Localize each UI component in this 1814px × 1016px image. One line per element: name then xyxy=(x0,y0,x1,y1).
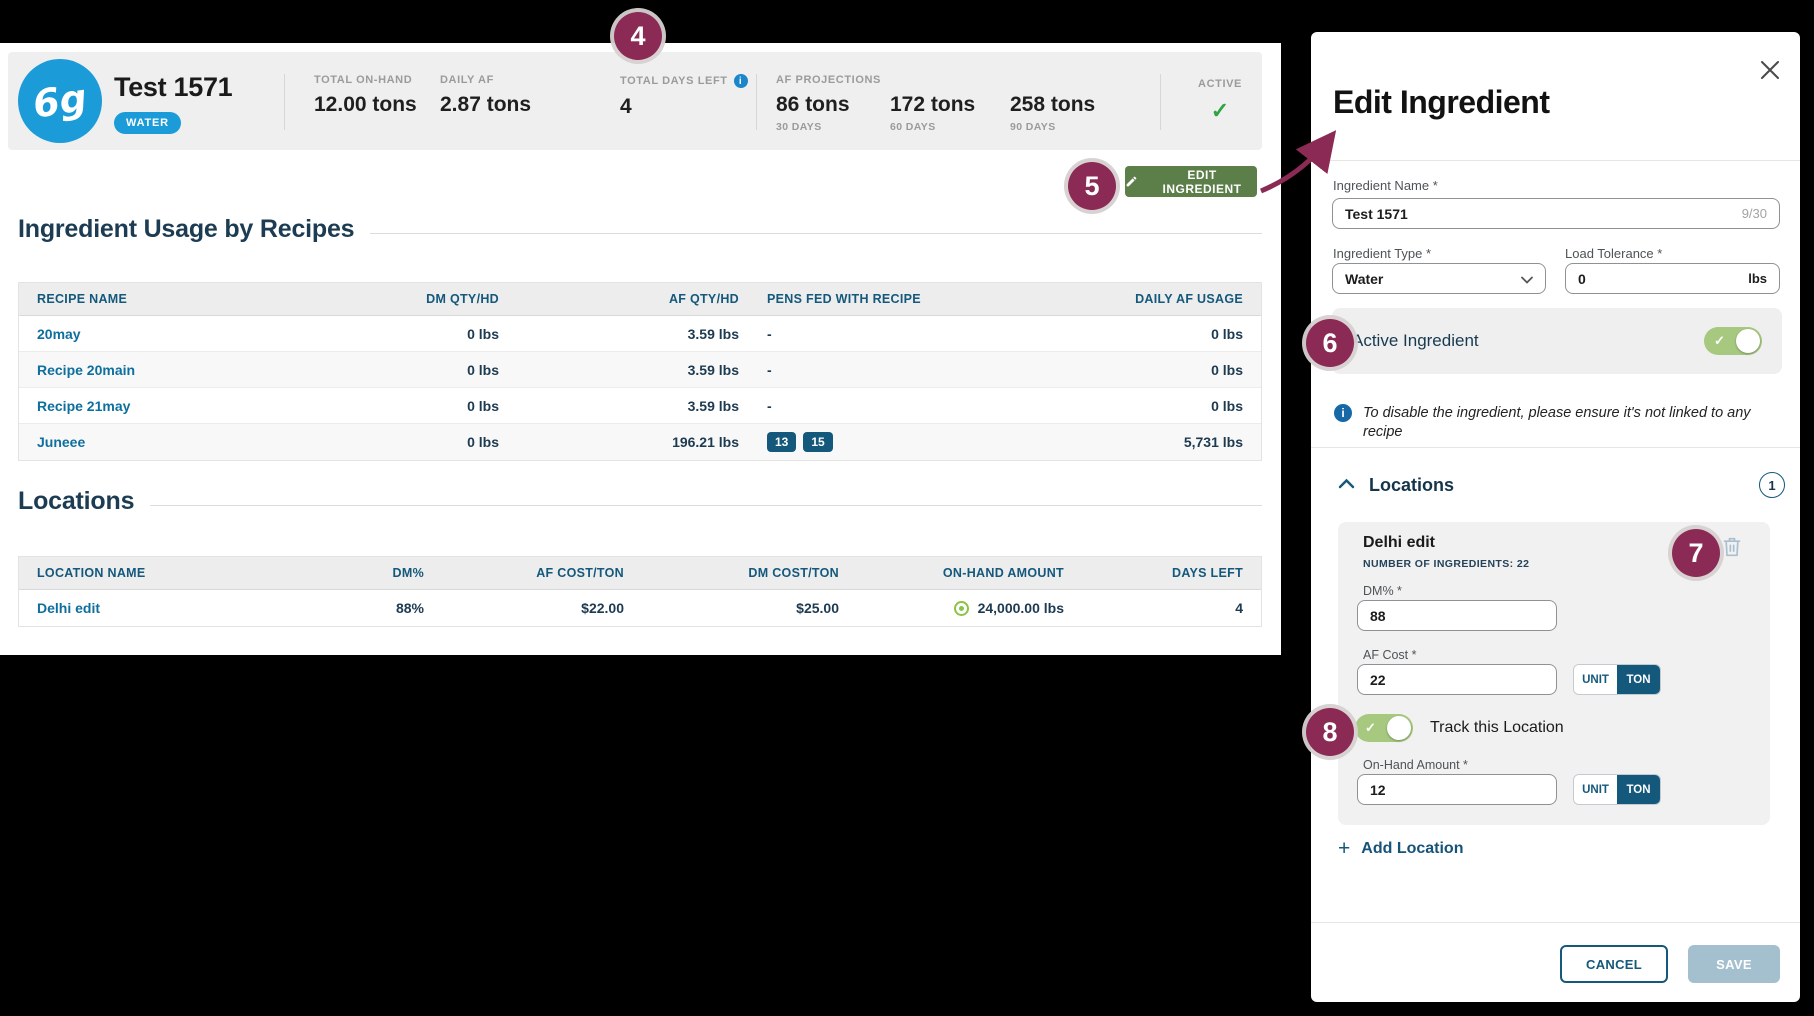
ingredient-name-field[interactable]: Test 1571 9/30 xyxy=(1332,198,1780,229)
recipes-table-header: RECIPE NAME DM QTY/HD AF QTY/HD PENS FED… xyxy=(19,283,1261,316)
table-row: Delhi edit 88% $22.00 $25.00 24,000.00 l… xyxy=(19,590,1261,626)
af-cost-unit-toggle[interactable]: UNIT TON xyxy=(1573,664,1661,695)
step-badge-6: 6 xyxy=(1306,319,1354,367)
ingredient-title: Test 1571 xyxy=(114,72,232,103)
dm-label: DM% * xyxy=(1363,584,1402,598)
stat-af-projections: AF PROJECTIONS 86 tons 30 DAYS 172 tons … xyxy=(776,74,1130,133)
projection-90: 258 tons 90 DAYS xyxy=(1010,93,1130,133)
save-button[interactable]: SAVE xyxy=(1688,945,1780,983)
step-badge-4: 4 xyxy=(614,12,662,60)
pen-badge[interactable]: 13 xyxy=(767,432,796,452)
location-link[interactable]: Delhi edit xyxy=(37,600,100,616)
app-logo: 6g xyxy=(18,59,102,143)
unit-segment[interactable]: UNIT xyxy=(1574,775,1617,804)
track-location-row: ✓ Track this Location xyxy=(1355,714,1564,742)
edit-ingredient-button[interactable]: EDIT INGREDIENT xyxy=(1125,166,1257,197)
recipes-title: Ingredient Usage by Recipes xyxy=(18,215,354,244)
step-badge-8: 8 xyxy=(1306,708,1354,756)
table-row: Recipe 21may 0 lbs 3.59 lbs - 0 lbs xyxy=(19,388,1261,424)
edit-ingredient-panel: Edit Ingredient Ingredient Name * Test 1… xyxy=(1311,32,1800,1002)
divider xyxy=(1311,922,1800,923)
panel-title: Edit Ingredient xyxy=(1333,84,1550,121)
recipes-section-heading: Ingredient Usage by Recipes xyxy=(18,215,1262,244)
active-ingredient-toggle[interactable]: ✓ xyxy=(1704,327,1762,355)
unit-segment[interactable]: UNIT xyxy=(1574,665,1617,694)
stat-total-on-hand: TOTAL ON-HAND 12.00 tons xyxy=(314,74,417,117)
heading-rule xyxy=(150,505,1262,506)
chevron-down-icon xyxy=(1521,271,1533,287)
step-badge-7: 7 xyxy=(1672,529,1720,577)
unit-suffix: lbs xyxy=(1748,271,1767,286)
location-card-name: Delhi edit xyxy=(1363,534,1435,552)
chevron-up-icon xyxy=(1338,476,1355,494)
trash-icon[interactable] xyxy=(1722,536,1742,563)
recipes-table: RECIPE NAME DM QTY/HD AF QTY/HD PENS FED… xyxy=(18,282,1262,461)
cancel-button[interactable]: CANCEL xyxy=(1560,945,1668,983)
recipe-link[interactable]: 20may xyxy=(37,326,81,342)
af-cost-label: AF Cost * xyxy=(1363,648,1417,662)
divider xyxy=(1160,74,1161,130)
ton-segment[interactable]: TON xyxy=(1617,775,1660,804)
track-location-label: Track this Location xyxy=(1430,719,1564,737)
table-row: 20may 0 lbs 3.59 lbs - 0 lbs xyxy=(19,316,1261,352)
projection-30: 86 tons 30 DAYS xyxy=(776,93,890,133)
ingredient-detail-window: 6g Test 1571 WATER TOTAL ON-HAND 12.00 t… xyxy=(0,43,1281,655)
projection-60: 172 tons 60 DAYS xyxy=(890,93,1010,133)
tracked-location-icon xyxy=(954,601,969,616)
locations-section-heading: Locations xyxy=(18,487,1262,516)
on-hand-field[interactable]: 12 xyxy=(1357,774,1557,805)
load-tolerance-label: Load Tolerance * xyxy=(1565,246,1662,261)
recipe-link[interactable]: Juneee xyxy=(37,434,85,450)
locations-title: Locations xyxy=(18,487,134,516)
ingredient-name-label: Ingredient Name * xyxy=(1333,178,1438,193)
logo-glyph: 6g xyxy=(30,75,89,126)
ton-segment[interactable]: TON xyxy=(1617,665,1660,694)
stat-daily-af: DAILY AF 2.87 tons xyxy=(440,74,531,117)
char-counter: 9/30 xyxy=(1742,206,1767,221)
divider xyxy=(756,74,757,130)
locations-table-header: LOCATION NAME DM% AF COST/TON DM COST/TO… xyxy=(19,557,1261,590)
on-hand-label: On-Hand Amount * xyxy=(1363,758,1468,772)
active-ingredient-section: Active Ingredient ✓ xyxy=(1332,308,1782,374)
active-status: ACTIVE ✓ xyxy=(1180,78,1260,124)
add-location-button[interactable]: + Add Location xyxy=(1338,838,1463,859)
divider xyxy=(1311,160,1800,161)
active-check-icon: ✓ xyxy=(1180,98,1260,124)
heading-rule xyxy=(370,233,1262,234)
ingredient-summary-band: 6g Test 1571 WATER TOTAL ON-HAND 12.00 t… xyxy=(8,52,1262,150)
info-icon[interactable]: i xyxy=(734,74,748,88)
track-location-toggle[interactable]: ✓ xyxy=(1355,714,1413,742)
divider xyxy=(284,74,285,130)
pencil-icon xyxy=(1125,175,1138,188)
info-icon: i xyxy=(1334,404,1352,422)
table-row: Recipe 20main 0 lbs 3.59 lbs - 0 lbs xyxy=(19,352,1261,388)
plus-icon: + xyxy=(1338,838,1350,859)
af-cost-field[interactable]: 22 xyxy=(1357,664,1557,695)
step-badge-5: 5 xyxy=(1068,162,1116,210)
load-tolerance-field[interactable]: 0 lbs xyxy=(1565,263,1780,294)
table-row: Juneee 0 lbs 196.21 lbs 13 15 5,731 lbs xyxy=(19,424,1261,460)
stat-total-days-left: TOTAL DAYS LEFT i 4 xyxy=(620,74,748,119)
on-hand-unit-toggle[interactable]: UNIT TON xyxy=(1573,774,1661,805)
location-card-subtitle: NUMBER OF INGREDIENTS: 22 xyxy=(1363,558,1529,570)
disable-info-note: i To disable the ingredient, please ensu… xyxy=(1334,404,1779,442)
recipe-link[interactable]: Recipe 21may xyxy=(37,398,130,414)
ingredient-type-select[interactable]: Water xyxy=(1332,263,1546,294)
pen-badge[interactable]: 15 xyxy=(803,432,832,452)
dm-field[interactable]: 88 xyxy=(1357,600,1557,631)
locations-accordion-header[interactable]: Locations 1 xyxy=(1311,468,1800,502)
ingredient-type-badge: WATER xyxy=(114,112,181,134)
active-ingredient-label: Active Ingredient xyxy=(1352,331,1479,351)
recipe-link[interactable]: Recipe 20main xyxy=(37,362,135,378)
locations-count-badge: 1 xyxy=(1759,472,1785,498)
divider xyxy=(1311,447,1800,448)
ingredient-type-label: Ingredient Type * xyxy=(1333,246,1431,261)
close-icon[interactable] xyxy=(1758,58,1782,82)
locations-table: LOCATION NAME DM% AF COST/TON DM COST/TO… xyxy=(18,556,1262,627)
